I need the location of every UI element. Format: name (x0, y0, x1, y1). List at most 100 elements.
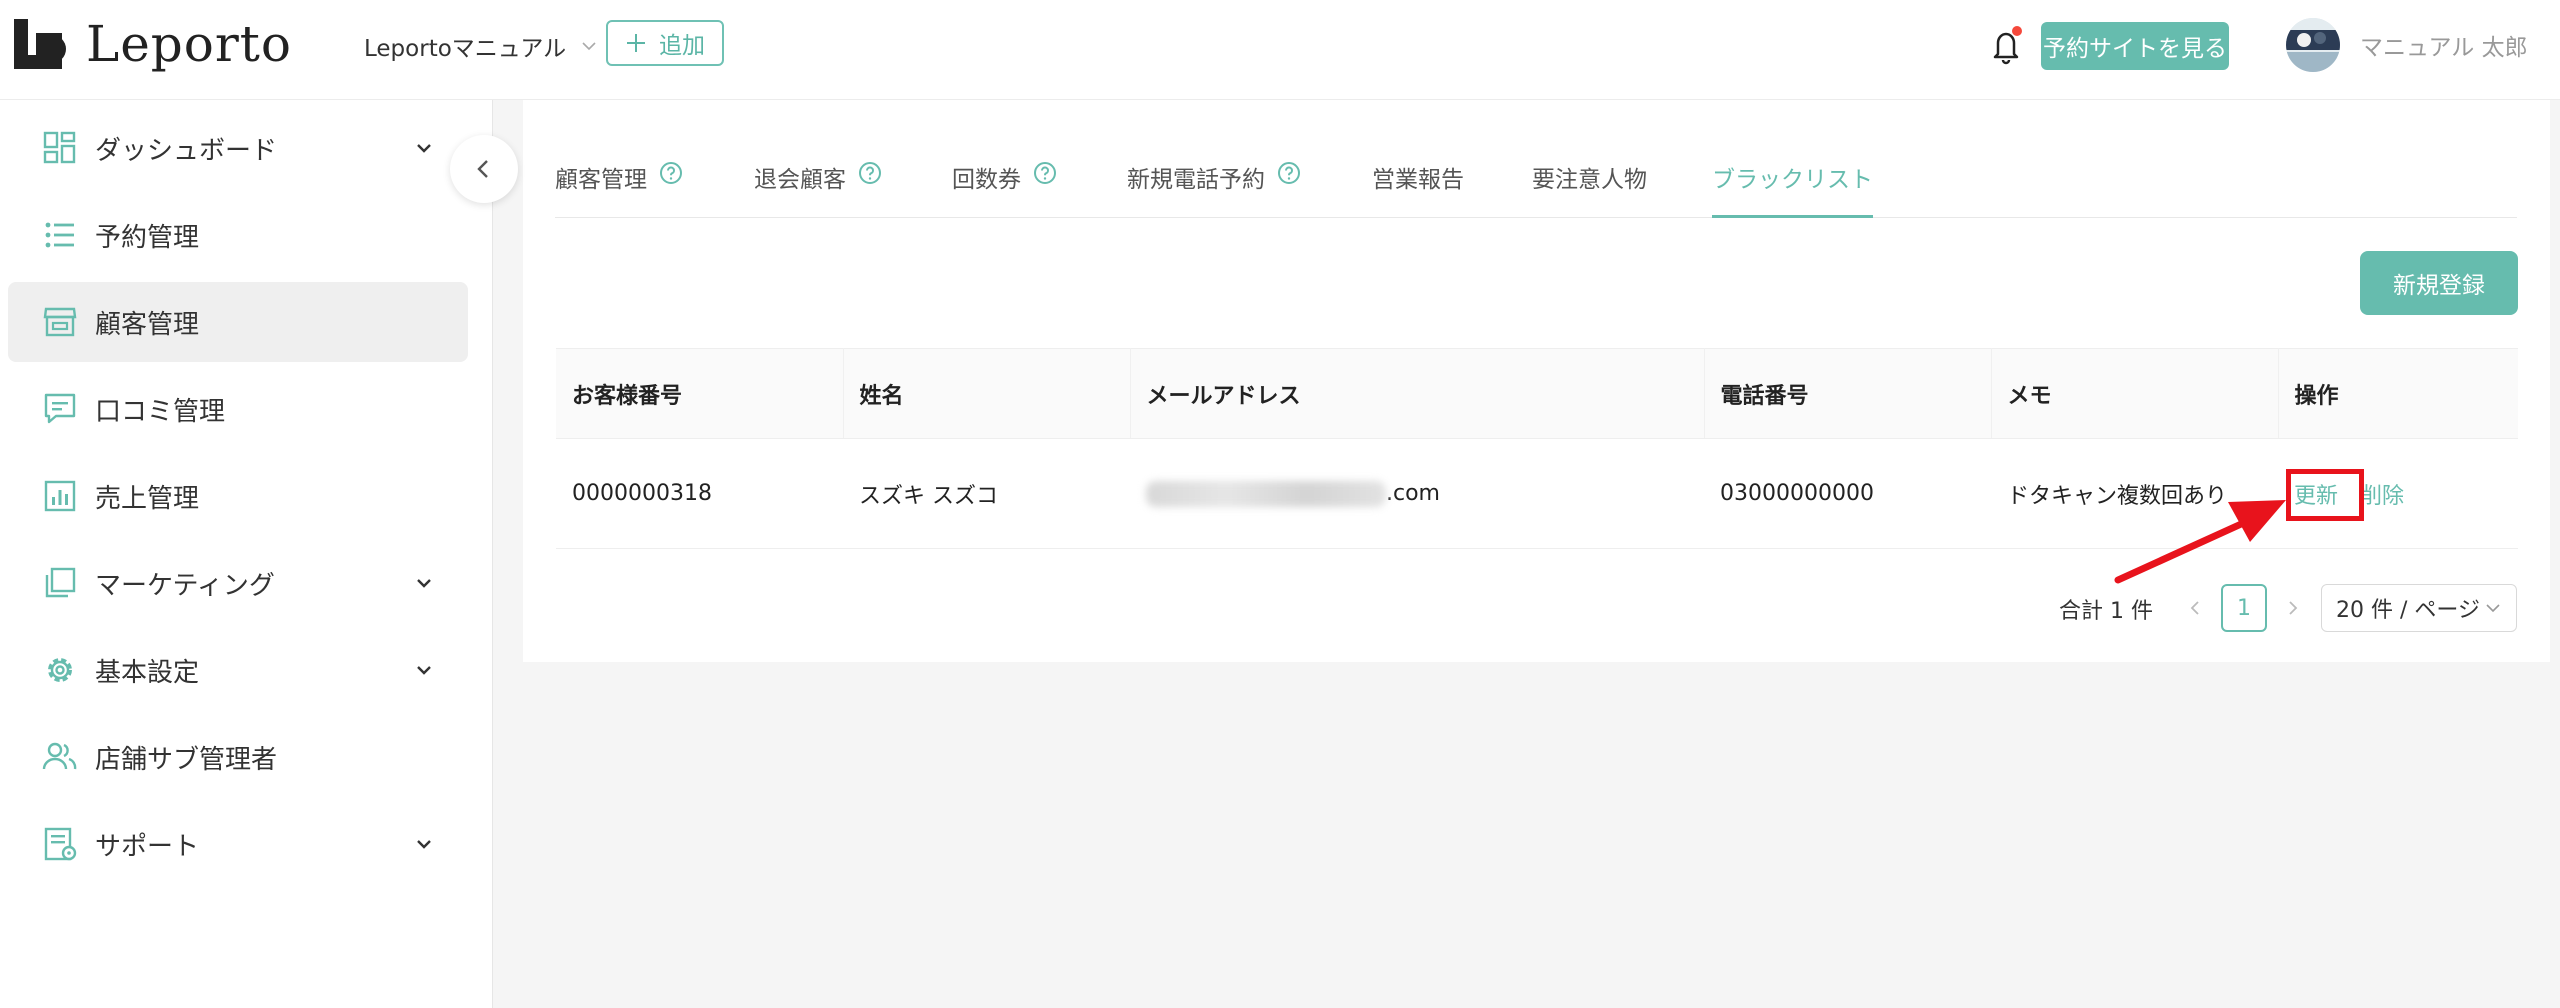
main-card: 顧客管理 退会顧客 回数券 新規電話予約 営業報告 要注意人物 ブラックリスト … (523, 100, 2550, 662)
help-icon[interactable] (858, 161, 882, 185)
user-name[interactable]: マニュアル 太郎 (2360, 28, 2528, 62)
blurred-email (1146, 480, 1386, 507)
tab-withdrawn-customers[interactable]: 退会顧客 (754, 160, 882, 218)
sidebar-item-label: 基本設定 (95, 657, 200, 688)
sidebar-item-label: 口コミ管理 (95, 396, 226, 427)
avatar[interactable] (2286, 18, 2340, 72)
chevron-down-icon (417, 144, 431, 153)
email-cell: .com (1130, 438, 1704, 549)
column-header: メモ (1991, 348, 2279, 439)
add-button[interactable]: 追加 (606, 20, 724, 66)
column-header: お客様番号 (556, 348, 844, 439)
avatar-image (2286, 18, 2340, 72)
table-header-row: お客様番号 姓名 メールアドレス 電話番号 メモ 操作 (556, 348, 2518, 439)
help-icon[interactable] (1277, 161, 1301, 185)
workspace-label: Leportoマニュアル (364, 36, 567, 62)
sidebar-item-support[interactable]: サポート (8, 804, 468, 884)
sidebar-item-dashboard[interactable]: ダッシュボード (8, 108, 468, 188)
table-row: 0000000318 スズキ スズコ .com 03000000000 ドタキャ… (556, 438, 2518, 549)
new-register-button[interactable]: 新規登録 (2360, 251, 2518, 315)
gear-icon (48, 658, 72, 682)
sidebar-item-label: 売上管理 (95, 483, 200, 514)
add-button-label: 追加 (659, 33, 705, 59)
tab-bar: 顧客管理 退会顧客 回数券 新規電話予約 営業報告 要注意人物 ブラックリスト (555, 100, 2517, 218)
column-header: 電話番号 (1704, 348, 1992, 439)
sidebar-item-label: 顧客管理 (95, 309, 200, 340)
tab-label: 退会顧客 (754, 167, 846, 193)
total-count: 合計 1 件 (2059, 599, 2153, 624)
chevron-down-icon (417, 579, 431, 588)
sidebar-item-label: サポート (95, 831, 200, 862)
logo-mark-icon (14, 19, 66, 69)
chevron-right-icon[interactable] (2283, 598, 2303, 618)
page-1-button[interactable]: 1 (2221, 584, 2267, 632)
sidebar-item-settings[interactable]: 基本設定 (8, 630, 468, 710)
support-icon (44, 827, 77, 861)
column-header: 操作 (2278, 348, 2518, 439)
top-header: Leporto Leportoマニュアル 追加 予約サイトを見る マニュアル 太 (0, 0, 2560, 100)
dashboard-icon (43, 131, 76, 164)
tab-customers[interactable]: 顧客管理 (555, 160, 683, 218)
update-link[interactable]: 更新 (2294, 484, 2338, 509)
customer-number-cell: 0000000318 (556, 438, 843, 549)
page-size-label: 20 件 / ページ (2336, 598, 2480, 623)
layers-icon (45, 567, 76, 598)
sidebar-item-label: マーケティング (95, 570, 275, 601)
view-booking-site-label: 予約サイトを見る (2043, 36, 2227, 62)
tab-label: 回数券 (952, 167, 1021, 193)
email-suffix: .com (1386, 480, 1440, 506)
chevron-left-icon (477, 160, 488, 178)
sidebar-item-sub-admins[interactable]: 店舗サブ管理者 (8, 717, 468, 797)
phone-cell: 03000000000 (1704, 438, 1991, 549)
tab-caution-persons[interactable]: 要注意人物 (1532, 160, 1647, 218)
new-register-label: 新規登録 (2393, 273, 2485, 299)
chevron-down-icon (2486, 604, 2500, 613)
help-icon[interactable] (659, 161, 683, 185)
chevron-down-icon (417, 666, 431, 675)
page-size-select[interactable]: 20 件 / ページ (2321, 584, 2517, 632)
logo-text: Leporto (86, 15, 292, 73)
page-number: 1 (2237, 595, 2251, 621)
chevron-left-icon[interactable] (2185, 598, 2205, 618)
actions-cell: 更新 削除 (2278, 438, 2518, 549)
tab-label: ブラックリスト (1712, 167, 1873, 193)
column-header: 姓名 (843, 348, 1131, 439)
tab-label: 新規電話予約 (1127, 167, 1265, 193)
sidebar-item-customers[interactable]: 顧客管理 (8, 282, 468, 362)
help-icon[interactable] (1033, 161, 1057, 185)
store-icon (43, 307, 77, 337)
sidebar-item-label: 店舗サブ管理者 (95, 744, 278, 775)
sidebar-item-marketing[interactable]: マーケティング (8, 543, 468, 623)
tab-label: 営業報告 (1372, 167, 1464, 193)
workspace-selector[interactable]: Leportoマニュアル (364, 28, 598, 64)
view-booking-site-button[interactable]: 予約サイトを見る (2041, 22, 2229, 70)
chevron-down-icon (582, 42, 596, 51)
chevron-down-icon (417, 840, 431, 849)
pagination-total: 合計 1 件 (2059, 584, 2153, 634)
tab-coupon-tickets[interactable]: 回数券 (952, 160, 1057, 218)
tab-label: 要注意人物 (1532, 167, 1647, 193)
sidebar-item-label: 予約管理 (95, 222, 200, 253)
users-icon (42, 742, 77, 770)
sidebar-item-label: ダッシュボード (95, 135, 278, 166)
sidebar-item-reviews[interactable]: 口コミ管理 (8, 369, 468, 449)
sidebar-item-sales[interactable]: 売上管理 (8, 456, 468, 536)
sidebar-collapse-button[interactable] (450, 135, 518, 203)
tab-business-report[interactable]: 営業報告 (1372, 160, 1464, 218)
column-header: メールアドレス (1130, 348, 1705, 439)
tab-label: 顧客管理 (555, 167, 647, 193)
delete-link[interactable]: 削除 (2360, 484, 2404, 509)
logo[interactable]: Leporto (14, 15, 292, 73)
notification-dot (2012, 26, 2022, 36)
comment-icon (44, 393, 76, 424)
notification-bell[interactable] (1990, 26, 2022, 66)
plus-icon (627, 34, 645, 52)
sidebar-item-reservations[interactable]: 予約管理 (8, 195, 468, 275)
tab-new-phone-reservation[interactable]: 新規電話予約 (1127, 160, 1301, 218)
list-icon (45, 222, 74, 248)
blacklist-table: お客様番号 姓名 メールアドレス 電話番号 メモ 操作 0000000318 ス… (556, 348, 2518, 549)
name-cell: スズキ スズコ (843, 438, 1130, 549)
sidebar: ダッシュボード 予約管理 顧客管理 口コミ管理 売上管理 マーケティング 基本設… (0, 100, 493, 1008)
tab-blacklist[interactable]: ブラックリスト (1712, 160, 1873, 218)
chart-icon (44, 480, 76, 512)
